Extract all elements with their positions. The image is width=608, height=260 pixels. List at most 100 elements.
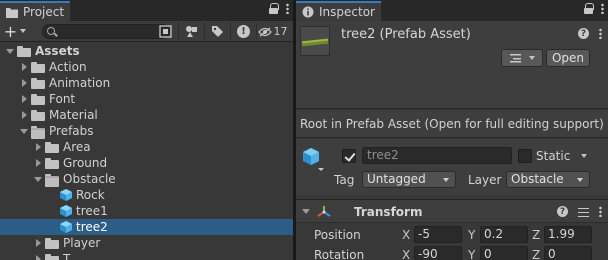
collapsed-arrow-icon[interactable] bbox=[32, 237, 44, 249]
inspector-tabbar: Inspector bbox=[296, 0, 608, 21]
static-dropdown-icon[interactable] bbox=[581, 154, 587, 158]
transform-header[interactable]: Transform ? bbox=[296, 199, 608, 223]
tree-row-label: Rock bbox=[76, 188, 105, 202]
tree-row[interactable]: Animation bbox=[0, 75, 293, 91]
kebab-menu-icon[interactable] bbox=[601, 3, 604, 14]
tree-row-label: Font bbox=[49, 92, 76, 106]
create-button[interactable]: + bbox=[0, 21, 30, 41]
tree-row[interactable]: Ground bbox=[0, 155, 293, 171]
folder-icon bbox=[45, 141, 59, 153]
folder-icon bbox=[31, 93, 45, 105]
fold-arrow-icon[interactable] bbox=[300, 205, 312, 217]
project-toolbar-icons: ! 17 bbox=[152, 23, 288, 40]
value-field-z[interactable]: 1.99 bbox=[544, 226, 592, 243]
search-by-label-button[interactable] bbox=[178, 23, 204, 40]
tag-dropdown[interactable]: Untagged bbox=[362, 171, 456, 188]
prefab-cube-icon[interactable] bbox=[302, 147, 324, 173]
asset-title: tree2 (Prefab Asset) bbox=[341, 27, 471, 42]
tree-row[interactable]: Font bbox=[0, 91, 293, 107]
axis-label-x[interactable]: X bbox=[402, 228, 410, 242]
header-controls: ? bbox=[578, 28, 602, 39]
folder-open-icon bbox=[31, 125, 45, 139]
tab-inspector[interactable]: Inspector bbox=[296, 1, 381, 21]
folder-icon bbox=[31, 77, 45, 89]
prefab-cube-icon bbox=[60, 221, 72, 233]
value-field-y[interactable]: 0 bbox=[480, 246, 528, 260]
collapsed-arrow-icon[interactable] bbox=[18, 93, 30, 105]
shapes-icon bbox=[185, 26, 197, 37]
kebab-menu-icon[interactable] bbox=[599, 206, 602, 217]
expanded-arrow-icon[interactable] bbox=[18, 125, 30, 137]
tree-row[interactable]: Material bbox=[0, 107, 293, 123]
collapsed-arrow-icon[interactable] bbox=[32, 141, 44, 153]
tag-filter-button[interactable] bbox=[204, 23, 230, 40]
tag-value: Untagged bbox=[367, 172, 426, 186]
tree-row[interactable]: Rock bbox=[0, 187, 293, 203]
layer-dropdown[interactable]: Obstacle bbox=[506, 171, 590, 188]
prefab-cube-icon bbox=[60, 205, 72, 217]
folder-icon bbox=[45, 157, 59, 169]
hidden-packages-toggle[interactable]: 17 bbox=[256, 23, 288, 40]
lock-icon[interactable] bbox=[584, 3, 594, 14]
axis-label-y[interactable]: Y bbox=[468, 248, 475, 260]
lock-icon[interactable] bbox=[269, 3, 279, 14]
object-name-field[interactable]: tree2 bbox=[362, 147, 512, 164]
collapsed-arrow-icon[interactable] bbox=[18, 77, 30, 89]
help-icon[interactable]: ? bbox=[578, 28, 589, 39]
warning-filter-button[interactable]: ! bbox=[230, 23, 256, 40]
value-field-x[interactable]: -90 bbox=[414, 246, 462, 260]
info-icon bbox=[302, 6, 314, 18]
prefab-notice: Root in Prefab Asset (Open for full edit… bbox=[296, 110, 608, 138]
tree-row[interactable]: tree2 bbox=[0, 219, 293, 235]
tree-row[interactable]: Prefabs bbox=[0, 123, 293, 139]
folder-icon bbox=[31, 61, 45, 73]
collapsed-arrow-icon[interactable] bbox=[32, 157, 44, 169]
tree-row-label: Material bbox=[49, 108, 98, 122]
tab-project[interactable]: Project bbox=[0, 1, 71, 21]
axis-label-z[interactable]: Z bbox=[532, 248, 540, 260]
search-input[interactable] bbox=[42, 24, 170, 39]
gameobject-section: tree2 Static Tag Untagged Layer Obstacle bbox=[296, 139, 608, 195]
expanded-arrow-icon[interactable] bbox=[4, 45, 16, 57]
collapsed-arrow-icon[interactable] bbox=[18, 109, 30, 121]
tab-inspector-label: Inspector bbox=[319, 5, 375, 19]
tree-row-label: Assets bbox=[35, 44, 80, 58]
kebab-menu-icon[interactable] bbox=[286, 3, 289, 14]
axis-label-z[interactable]: Z bbox=[532, 228, 540, 242]
axis-label-x[interactable]: X bbox=[402, 248, 410, 260]
collapsed-arrow-icon[interactable] bbox=[18, 61, 30, 73]
tree-row[interactable]: Player bbox=[0, 235, 293, 251]
tree-row-label: Obstacle bbox=[63, 172, 116, 186]
static-checkbox[interactable] bbox=[518, 149, 532, 163]
folder-icon bbox=[45, 237, 59, 249]
tree-row-label: Area bbox=[63, 140, 91, 154]
axis-label-y[interactable]: Y bbox=[468, 228, 475, 242]
inspector-panel: Inspector tree2 (Prefab Asset) ? Open Ro… bbox=[296, 0, 608, 260]
tree-row[interactable]: T bbox=[0, 251, 293, 260]
search-by-type-button[interactable] bbox=[152, 23, 178, 40]
open-button[interactable]: Open bbox=[546, 49, 590, 67]
value-field-z[interactable]: 0 bbox=[544, 246, 592, 260]
presets-icon[interactable] bbox=[578, 207, 589, 217]
value-field-y[interactable]: 0.2 bbox=[480, 226, 528, 243]
tree-row[interactable]: Area bbox=[0, 139, 293, 155]
tree-row[interactable]: Obstacle bbox=[0, 171, 293, 187]
layer-value: Obstacle bbox=[511, 172, 564, 186]
help-icon[interactable]: ? bbox=[557, 206, 568, 217]
select-dropdown-button[interactable] bbox=[501, 49, 543, 67]
value-field-x[interactable]: -5 bbox=[414, 226, 462, 243]
kebab-menu-icon[interactable] bbox=[599, 28, 602, 39]
tree-row-label: tree2 bbox=[76, 220, 108, 234]
tree-row[interactable]: Action bbox=[0, 59, 293, 75]
collapsed-arrow-icon[interactable] bbox=[32, 253, 44, 260]
active-checkbox[interactable] bbox=[342, 149, 356, 163]
expanded-arrow-icon[interactable] bbox=[32, 173, 44, 185]
folder-icon bbox=[31, 109, 45, 121]
tree-row[interactable]: Assets bbox=[0, 43, 293, 59]
folder-icon bbox=[6, 7, 18, 18]
static-label: Static bbox=[536, 149, 571, 163]
tree-row[interactable]: tree1 bbox=[0, 203, 293, 219]
folder-icon bbox=[17, 45, 31, 57]
